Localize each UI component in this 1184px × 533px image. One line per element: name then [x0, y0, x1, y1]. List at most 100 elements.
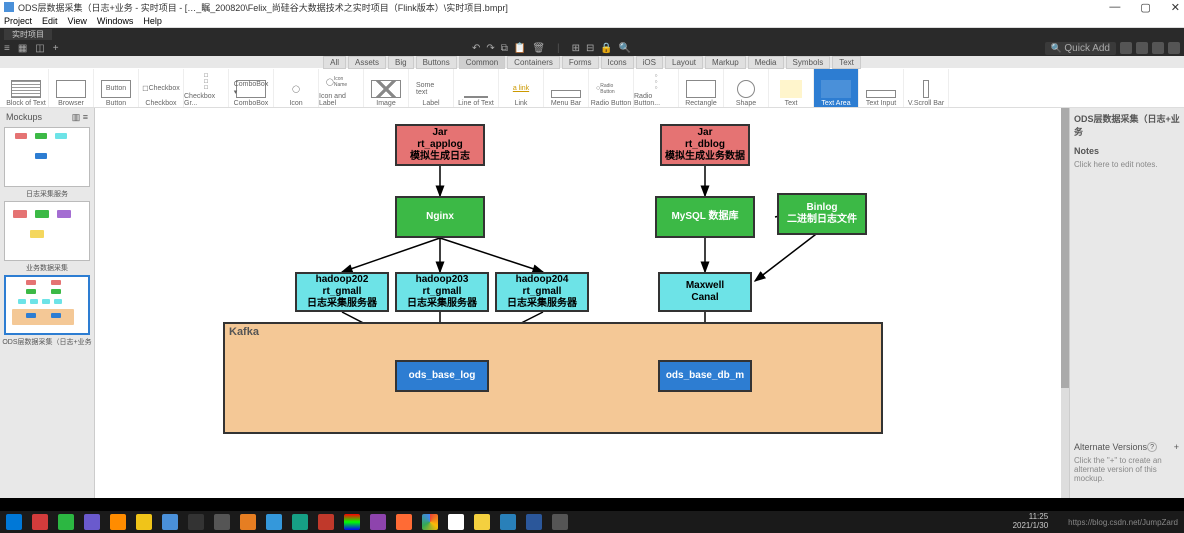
- toolbar-panel3-icon[interactable]: [1168, 42, 1180, 54]
- info-icon[interactable]: [1136, 42, 1148, 54]
- add-version-button[interactable]: +: [1174, 442, 1179, 452]
- kafka-container[interactable]: [223, 322, 883, 434]
- widget-radiobutton[interactable]: ○ Radio ButtonRadio Button: [589, 69, 634, 107]
- menu-windows[interactable]: Windows: [97, 16, 134, 26]
- taskbar-app-icon[interactable]: [110, 514, 126, 530]
- filter-markup[interactable]: Markup: [705, 56, 746, 69]
- taskbar-app-icon[interactable]: [188, 514, 204, 530]
- widget-iconlabel[interactable]: ◯ Icon NameIcon and Label: [319, 69, 364, 107]
- node-hadoop203[interactable]: hadoop203rt_gmall日志采集服务器: [395, 272, 489, 312]
- toolbar-panel1-icon[interactable]: [1120, 42, 1132, 54]
- taskbar-app-icon[interactable]: [370, 514, 386, 530]
- help-icon[interactable]: ?: [1147, 442, 1157, 452]
- copy-icon[interactable]: ⧉: [501, 43, 508, 54]
- redo-icon[interactable]: ↷: [486, 43, 494, 54]
- notes-input[interactable]: Click here to edit notes.: [1074, 160, 1180, 169]
- taskbar-app-icon[interactable]: [136, 514, 152, 530]
- canvas-area[interactable]: Jarrt_applog模拟生成日志 Jarrt_dblog模拟生成业务数据 N…: [95, 108, 1069, 498]
- filter-all[interactable]: All: [323, 56, 346, 69]
- filter-containers[interactable]: Containers: [507, 56, 560, 69]
- taskbar-app-icon[interactable]: [448, 514, 464, 530]
- widget-textinput[interactable]: Text Input: [859, 69, 904, 107]
- maximize-button[interactable]: ▢: [1140, 1, 1150, 14]
- widget-lineoftext[interactable]: Line of Text: [454, 69, 499, 107]
- widget-button[interactable]: ButtonButton: [94, 69, 139, 107]
- widget-text[interactable]: Text: [769, 69, 814, 107]
- filter-text[interactable]: Text: [832, 56, 861, 69]
- widget-rectangle[interactable]: Rectangle: [679, 69, 724, 107]
- quick-add-input[interactable]: 🔍 Quick Add: [1045, 42, 1116, 55]
- node-mysql[interactable]: MySQL 数据库: [655, 196, 755, 238]
- widget-textarea[interactable]: Text Area: [814, 69, 859, 107]
- filter-symbols[interactable]: Symbols: [786, 56, 831, 69]
- taskbar-app-icon[interactable]: [162, 514, 178, 530]
- filter-media[interactable]: Media: [748, 56, 784, 69]
- add-icon[interactable]: +: [53, 43, 59, 54]
- align-icon[interactable]: ⊞: [572, 43, 580, 54]
- widget-image[interactable]: Image: [364, 69, 409, 107]
- explorer-icon[interactable]: [474, 514, 490, 530]
- taskbar-app-icon[interactable]: [292, 514, 308, 530]
- menu-project[interactable]: Project: [4, 16, 32, 26]
- node-hadoop204[interactable]: hadoop204rt_gmall日志采集服务器: [495, 272, 589, 312]
- taskbar-app-icon[interactable]: [84, 514, 100, 530]
- filter-ios[interactable]: iOS: [636, 56, 663, 69]
- taskbar-app-icon[interactable]: [32, 514, 48, 530]
- taskbar-app-icon[interactable]: [214, 514, 230, 530]
- node-maxwell[interactable]: MaxwellCanal: [658, 272, 752, 312]
- widget-link[interactable]: a linkLink: [499, 69, 544, 107]
- close-button[interactable]: ✕: [1171, 1, 1180, 14]
- wechat-icon[interactable]: [58, 514, 74, 530]
- taskbar-app-icon[interactable]: [318, 514, 334, 530]
- taskbar-app-icon[interactable]: [240, 514, 256, 530]
- widget-blocktext[interactable]: Block of Text: [4, 69, 49, 107]
- widget-browser[interactable]: Browser: [49, 69, 94, 107]
- filter-big[interactable]: Big: [388, 56, 414, 69]
- filter-buttons[interactable]: Buttons: [416, 56, 457, 69]
- mockup-thumb-selected[interactable]: [4, 275, 90, 335]
- taskbar-app-icon[interactable]: [266, 514, 282, 530]
- paste-icon[interactable]: 📋: [514, 43, 526, 54]
- node-jar-dblog[interactable]: Jarrt_dblog模拟生成业务数据: [660, 124, 750, 166]
- widget-label[interactable]: Some textLabel: [409, 69, 454, 107]
- widget-shape[interactable]: Shape: [724, 69, 769, 107]
- widget-combobox[interactable]: ComboBox ▾ComboBox: [229, 69, 274, 107]
- mockup-thumb[interactable]: [4, 127, 90, 187]
- widget-checkbox[interactable]: ☐ CheckboxCheckbox: [139, 69, 184, 107]
- view-split-icon[interactable]: ◫: [35, 43, 44, 54]
- taskbar-app-icon[interactable]: [344, 514, 360, 530]
- delete-icon[interactable]: 🗑: [532, 43, 545, 54]
- node-ods-db[interactable]: ods_base_db_m: [658, 360, 752, 392]
- widget-icon[interactable]: ◯Icon: [274, 69, 319, 107]
- group-icon[interactable]: ⊟: [586, 43, 594, 54]
- view-grid-icon[interactable]: ▦: [18, 43, 27, 54]
- zoom-icon[interactable]: 🔍: [619, 43, 631, 54]
- mockup-thumb[interactable]: [4, 201, 90, 261]
- minimize-button[interactable]: —: [1109, 1, 1120, 14]
- start-button[interactable]: [6, 514, 22, 530]
- view-list-icon[interactable]: ≡: [4, 43, 10, 54]
- firefox-icon[interactable]: [396, 514, 412, 530]
- filter-assets[interactable]: Assets: [348, 56, 386, 69]
- filter-forms[interactable]: Forms: [562, 56, 599, 69]
- lock-icon[interactable]: 🔒: [600, 43, 612, 54]
- word-icon[interactable]: [526, 514, 542, 530]
- widget-vscroll[interactable]: V.Scroll Bar: [904, 69, 949, 107]
- node-binlog[interactable]: Binlog二进制日志文件: [777, 193, 867, 235]
- canvas-scrollbar-v[interactable]: [1061, 108, 1069, 498]
- taskbar-app-icon[interactable]: [552, 514, 568, 530]
- menu-view[interactable]: View: [68, 16, 87, 26]
- system-clock[interactable]: 11:252021/1/30: [1013, 513, 1049, 531]
- widget-checkboxgroup[interactable]: ☐☐☐Checkbox Gr...: [184, 69, 229, 107]
- undo-icon[interactable]: ↶: [472, 43, 480, 54]
- menu-edit[interactable]: Edit: [42, 16, 58, 26]
- node-hadoop202[interactable]: hadoop202rt_gmall日志采集服务器: [295, 272, 389, 312]
- node-nginx[interactable]: Nginx: [395, 196, 485, 238]
- widget-menubar[interactable]: Menu Bar: [544, 69, 589, 107]
- widget-radiobuttongroup[interactable]: ○○○Radio Button...: [634, 69, 679, 107]
- filter-common[interactable]: Common: [459, 56, 505, 69]
- filter-icons[interactable]: Icons: [601, 56, 634, 69]
- node-jar-applog[interactable]: Jarrt_applog模拟生成日志: [395, 124, 485, 166]
- chrome-icon[interactable]: [422, 514, 438, 530]
- filter-layout[interactable]: Layout: [665, 56, 703, 69]
